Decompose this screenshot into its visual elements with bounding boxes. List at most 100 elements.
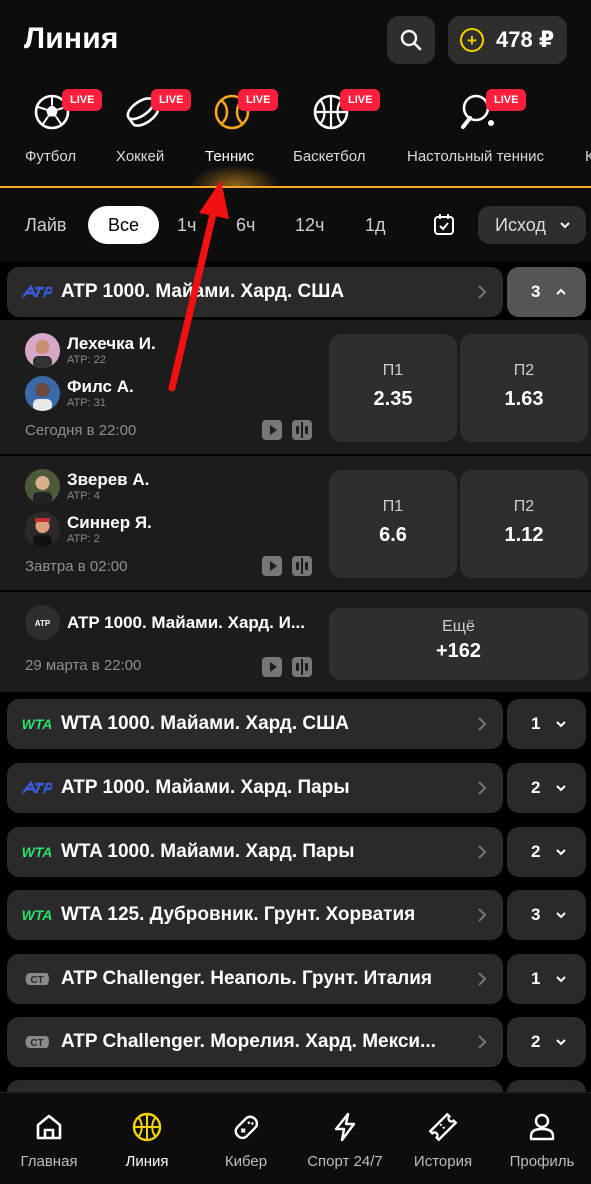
- league-count: 3: [531, 905, 541, 924]
- league-header[interactable]: WTA WTA 1000. Майами. Хард. Пары: [7, 827, 503, 877]
- sport-tab-football[interactable]: LIVE Футбол: [0, 80, 106, 186]
- sport-tab-basketball[interactable]: LIVE Баскетбол: [284, 80, 394, 186]
- league-name: ATP 1000. Майами. Хард. США: [61, 281, 345, 302]
- filter-12h[interactable]: 12ч: [295, 206, 324, 244]
- odd-label: П1: [382, 498, 404, 515]
- player-1: Лехечка И. ATP: 22: [25, 333, 156, 368]
- page-title: Линия: [24, 22, 119, 55]
- league-header[interactable]: WTA WTA 125. Дубровник. Грунт. Хорватия: [7, 890, 503, 940]
- match-row[interactable]: Зверев А. ATP: 4 Синнер Я. ATP: 2 Завтра в…: [0, 456, 591, 590]
- league-count-toggle[interactable]: 1: [507, 699, 586, 749]
- wta-logo-icon: WTA: [22, 907, 53, 923]
- sport-label: Баскетбол: [293, 148, 366, 165]
- outcome-dropdown[interactable]: Исход: [478, 206, 586, 244]
- odd-p2-button[interactable]: П2 1.12: [460, 470, 588, 578]
- atp-challenger-logo-icon: CT: [25, 973, 49, 986]
- league-name: ATP 1000. Майами. Хард. Пары: [61, 777, 350, 798]
- league-count-toggle-partial[interactable]: [507, 1080, 586, 1092]
- nav-cyber[interactable]: Кибер: [197, 1093, 295, 1184]
- league-header[interactable]: ATP 1000. Майами. Хард. Пары: [7, 763, 503, 813]
- league-header[interactable]: ATP 1000. Майами. Хард. США: [7, 267, 503, 317]
- video-play-icon: [262, 657, 282, 677]
- nav-label: Линия: [125, 1153, 169, 1170]
- gamepad-icon: [234, 1115, 259, 1140]
- league-header-partial[interactable]: [7, 1080, 503, 1092]
- filter-1d[interactable]: 1д: [365, 206, 386, 244]
- league-count-toggle[interactable]: 2: [507, 1017, 586, 1067]
- sports-tabs: LIVE Футбол LIVE Хоккей LIVE Теннис LIVE…: [0, 80, 591, 186]
- scoreboard-icon: [292, 420, 312, 440]
- sport-tab-hockey[interactable]: LIVE Хоккей: [106, 80, 194, 186]
- nav-home[interactable]: Главная: [0, 1093, 98, 1184]
- outcome-label: Исход: [495, 214, 546, 235]
- chevron-down-icon: [556, 1039, 567, 1046]
- chevron-right-icon: [478, 972, 487, 986]
- atp-tour-icon: ATP: [25, 605, 60, 640]
- home-icon: [36, 1114, 62, 1140]
- scoreboard-icon: [292, 556, 312, 576]
- avatar: [25, 469, 60, 504]
- sport-tab-table-tennis[interactable]: LIVE Настольный теннис: [394, 80, 564, 186]
- more-markets-button[interactable]: Ещё +162: [329, 608, 588, 680]
- nav-history[interactable]: История: [394, 1093, 492, 1184]
- user-icon: [529, 1113, 555, 1141]
- search-button[interactable]: [387, 16, 435, 64]
- atp-challenger-logo-icon: CT: [25, 1036, 49, 1049]
- nav-label: Профиль: [509, 1153, 575, 1170]
- league-header[interactable]: CT ATP Challenger. Морелия. Хард. Мекси.…: [7, 1017, 503, 1067]
- odd-p2-button[interactable]: П2 1.63: [460, 334, 588, 442]
- more-label: Ещё: [442, 618, 475, 635]
- match-row[interactable]: ATP ATP 1000. Майами. Хард. И... 29 март…: [0, 592, 591, 692]
- time-filters: Лайв Все 1ч 6ч 12ч 1д Исход: [0, 188, 591, 262]
- player-name: Синнер Я.: [67, 513, 152, 532]
- nav-profile[interactable]: Профиль: [493, 1093, 591, 1184]
- event-title: ATP ATP 1000. Майами. Хард. И...: [25, 605, 305, 640]
- odd-value: 1.63: [504, 388, 544, 410]
- nav-sport-247[interactable]: Спорт 24/7: [296, 1093, 394, 1184]
- chevron-down-icon: [556, 785, 567, 792]
- player-rank: ATP: 4: [67, 490, 100, 502]
- league-count: 1: [531, 714, 541, 733]
- live-badge: LIVE: [62, 89, 103, 111]
- chevron-right-icon: [478, 1035, 487, 1049]
- league-count: 2: [531, 842, 541, 861]
- sport-label: Футбол: [25, 148, 77, 165]
- chevron-right-icon: [478, 908, 487, 922]
- league-count-toggle[interactable]: 1: [507, 954, 586, 1004]
- lightning-icon: [334, 1112, 356, 1142]
- odd-p1-button[interactable]: П1 6.6: [329, 470, 457, 578]
- sport-label: Настольный теннис: [407, 148, 545, 165]
- league-name: WTA 1000. Майами. Хард. США: [61, 713, 349, 734]
- league-header[interactable]: CT ATP Challenger. Неаполь. Грунт. Итали…: [7, 954, 503, 1004]
- balance-button[interactable]: + 478 ₽: [448, 16, 567, 64]
- svg-text:WTA: WTA: [22, 907, 53, 923]
- league-count-toggle[interactable]: 2: [507, 827, 586, 877]
- match-time: Завтра в 02:00: [25, 558, 128, 575]
- league-count: 2: [531, 778, 541, 797]
- wta-logo-icon: WTA: [22, 716, 53, 732]
- league-header[interactable]: WTA WTA 1000. Майами. Хард. США: [7, 699, 503, 749]
- live-badge: LIVE: [238, 89, 279, 111]
- filter-1h[interactable]: 1ч: [177, 206, 196, 244]
- video-play-icon: [262, 556, 282, 576]
- live-badge: LIVE: [486, 89, 527, 111]
- ticket-icon: [428, 1112, 458, 1142]
- player-name: Филс А.: [67, 377, 134, 396]
- odd-p1-button[interactable]: П1 2.35: [329, 334, 457, 442]
- league-count-toggle[interactable]: 3: [507, 267, 586, 317]
- chevron-right-icon: [478, 285, 487, 299]
- avatar: [25, 333, 60, 368]
- player-rank: ATP: 2: [67, 533, 100, 545]
- league-count-toggle[interactable]: 3: [507, 890, 586, 940]
- calendar-icon[interactable]: [430, 211, 458, 239]
- match-time: Сегодня в 22:00: [25, 422, 137, 439]
- odd-value: 2.35: [373, 388, 413, 410]
- nav-line[interactable]: Линия: [98, 1093, 196, 1184]
- filter-all[interactable]: Все: [88, 206, 160, 244]
- sport-tab-partial[interactable]: К: [564, 80, 591, 186]
- player-rank: ATP: 22: [67, 354, 106, 366]
- filter-live[interactable]: Лайв: [25, 206, 66, 244]
- match-row[interactable]: Лехечка И. ATP: 22 Филс А. ATP: 31 Сегодня…: [0, 320, 591, 454]
- filter-6h[interactable]: 6ч: [236, 206, 255, 244]
- league-count-toggle[interactable]: 2: [507, 763, 586, 813]
